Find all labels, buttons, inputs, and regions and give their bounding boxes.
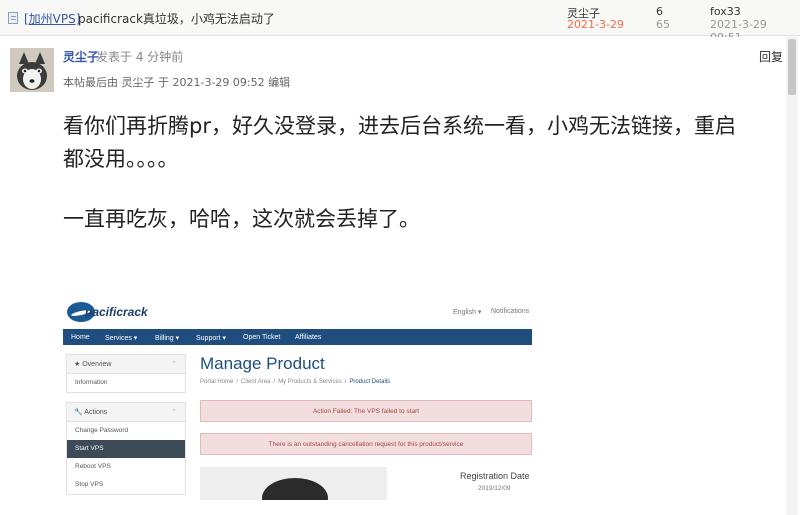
pr-actions-header: 🔧 Actions ⌃: [67, 403, 185, 422]
star-icon: ★: [74, 361, 83, 368]
avatar[interactable]: [10, 48, 54, 92]
thread-date: 2021-3-29: [567, 18, 624, 31]
pr-actions-label: Actions: [84, 409, 108, 416]
thread-view-count: 65: [656, 18, 670, 31]
pr-registration-label: Registration Date: [460, 471, 530, 481]
thread-last-poster[interactable]: fox33: [710, 5, 741, 18]
pr-page-title: Manage Product: [200, 354, 325, 373]
pr-overview-panel: ★ Overview ⌃ Information: [66, 354, 186, 393]
thread-category-link[interactable]: [加州VPS]: [24, 10, 80, 27]
pr-overview-item: Information: [75, 379, 108, 386]
post-paragraph: 看你们再折腾pr，好久没登录，进去后台系统一看，小鸡无法链接，重启都没用。。。。: [63, 114, 736, 171]
edit-note: 本帖最后由 灵尘子 于 2021-3-29 09:52 编辑: [63, 76, 291, 89]
pr-crumb-sep: /: [236, 379, 239, 385]
pr-crumb-item: My Products & Services: [278, 379, 342, 385]
thread-reply-count: 6: [656, 5, 663, 18]
wrench-icon: 🔧: [74, 409, 85, 416]
pr-nav-billing: Billing ▾: [155, 335, 180, 342]
thread-title-link[interactable]: pacificrack真垃圾，小鸡无法启动了: [78, 10, 275, 27]
post-author-link[interactable]: 灵尘子: [63, 48, 99, 65]
pr-crumb-item: Product Details: [349, 379, 391, 385]
pacificrack-logo-text: pacificrack: [85, 305, 148, 319]
post: 灵尘子 发表于 4 分钟前 回复 本帖最后由 灵尘子 于 2021-3-29 0…: [0, 37, 800, 515]
pr-nav-support: Support ▾: [196, 335, 226, 342]
pr-actions-panel: 🔧 Actions ⌃ Change Password Start VPS Re…: [66, 402, 186, 495]
pr-breadcrumb: Portal Home / Client Area / My Products & Se…: [200, 379, 393, 385]
thread-list-row[interactable]: [加州VPS] pacificrack真垃圾，小鸡无法启动了 灵尘子 2021-…: [0, 0, 800, 44]
chevron-up-icon: ⌃: [171, 361, 177, 368]
pr-action-reboot-vps: Reboot VPS: [75, 463, 111, 470]
pr-action-change-password: Change Password: [75, 427, 129, 434]
pr-crumb-item: Client Area: [241, 379, 271, 385]
pr-nav-services: Services ▾: [105, 335, 138, 342]
post-paragraph: 一直再吃灰，哈哈，这次就会丢掉了。: [63, 207, 420, 231]
pr-crumb-sep: /: [273, 379, 276, 385]
scrollbar[interactable]: [786, 37, 798, 515]
pr-nav-home: Home: [71, 334, 90, 341]
husky-avatar-icon: [10, 48, 54, 92]
pr-alert-cancellation: There is an outstanding cancellation req…: [200, 433, 532, 455]
pr-nav-bar: Home Services ▾ Billing ▾ Support ▾ Open…: [63, 329, 532, 345]
pr-action-start-vps: Start VPS: [67, 440, 185, 458]
pr-language-select: English ▾: [453, 309, 482, 316]
post-time: 发表于 4 分钟前: [96, 50, 184, 64]
reply-button[interactable]: 回复: [759, 48, 783, 65]
pr-registration-date: 2019/12/09: [478, 485, 511, 492]
pr-overview-header: ★ Overview ⌃: [67, 355, 185, 374]
scrollbar-thumb[interactable]: [788, 39, 796, 95]
pr-overview-label: Overview: [82, 361, 112, 368]
pr-body: ★ Overview ⌃ Information 🔧 Actions ⌃ Cha…: [63, 345, 532, 500]
pr-alert-action-failed: Action Failed: The VPS failed to start: [200, 400, 532, 422]
pr-nav-affiliates: Affiliates: [295, 334, 322, 341]
pr-action-stop-vps: Stop VPS: [75, 481, 104, 488]
chevron-up-icon: ⌃: [171, 409, 177, 416]
pr-notifications: Notifications: [491, 308, 530, 315]
thread-document-icon: [8, 12, 18, 24]
embedded-screenshot[interactable]: pacificrack English ▾ Notifications Home…: [63, 296, 532, 500]
pr-nav-open-ticket: Open Ticket: [243, 334, 281, 341]
pr-crumb-item: Portal Home: [200, 379, 234, 385]
pr-header: pacificrack English ▾ Notifications: [63, 296, 532, 329]
pr-crumb-sep: /: [344, 379, 347, 385]
